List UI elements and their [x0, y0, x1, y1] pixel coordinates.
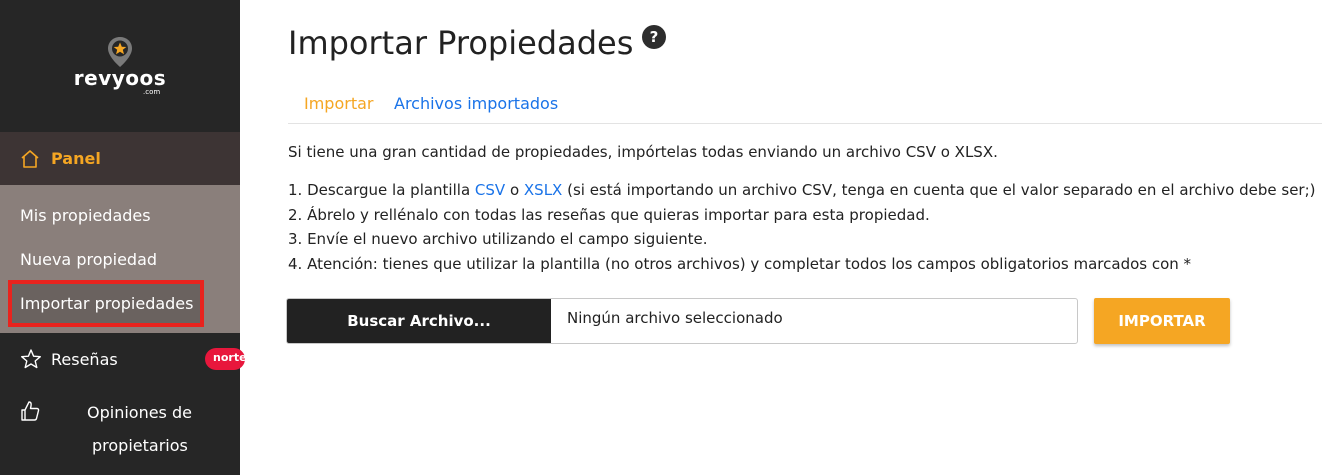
file-status-text: Ningún archivo seleccionado — [567, 309, 783, 327]
help-icon[interactable]: ? — [642, 25, 666, 49]
instructions-list: 1. Descargue la plantilla CSV o XSLX (si… — [288, 181, 1316, 279]
logo[interactable]: revyoos .com — [0, 0, 240, 132]
sidebar-item-importar-propiedades[interactable]: Importar propiedades — [8, 280, 204, 327]
xlsx-template-link[interactable]: XSLX — [524, 181, 562, 199]
step-1: 1. Descargue la plantilla CSV o XSLX (si… — [288, 181, 1316, 206]
step-1-prefix: 1. Descargue la plantilla — [288, 181, 475, 199]
browse-file-button[interactable]: Buscar Archivo... — [287, 299, 551, 343]
sidebar-item-opiniones-line2[interactable]: propietarios — [92, 436, 188, 455]
csv-template-link[interactable]: CSV — [475, 181, 505, 199]
page-title: Importar Propiedades — [288, 24, 634, 62]
logo-text: revyoos — [73, 66, 167, 90]
sidebar: revyoos .com Panel Mis propiedades Nueva… — [0, 0, 247, 475]
star-icon — [21, 349, 41, 369]
step-1-mid: o — [505, 181, 524, 199]
notification-badge: norte — [205, 348, 247, 370]
step-2: 2. Ábrelo y rellénalo con todas las rese… — [288, 205, 930, 224]
sidebar-item-nueva-propiedad[interactable]: Nueva propiedad — [20, 250, 157, 269]
tab-bar: Importar Archivos importados — [288, 90, 1322, 124]
file-input[interactable]: Buscar Archivo... Ningún archivo selecci… — [286, 298, 1078, 344]
step-4: 4. Atención: tienes que utilizar la plan… — [288, 254, 1192, 273]
sidebar-item-mis-propiedades[interactable]: Mis propiedades — [20, 206, 151, 225]
sidebar-item-opiniones-line1[interactable]: Opiniones de — [87, 403, 192, 422]
import-button[interactable]: IMPORTAR — [1094, 298, 1230, 344]
tab-importar[interactable]: Importar — [304, 94, 373, 113]
sidebar-item-panel[interactable]: Panel — [0, 132, 240, 185]
intro-text: Si tiene una gran cantidad de propiedade… — [288, 143, 998, 161]
sidebar-item-panel-label: Panel — [51, 149, 101, 168]
logo-pin-icon — [108, 37, 132, 67]
main-content: Importar Propiedades ? Importar Archivos… — [240, 0, 1322, 475]
thumbs-up-icon — [21, 401, 40, 421]
step-1-suffix: (si está importando un archivo CSV, teng… — [562, 181, 1316, 199]
step-3: 3. Envíe el nuevo archivo utilizando el … — [288, 230, 708, 248]
sidebar-item-resenas[interactable]: Reseñas — [51, 350, 118, 369]
home-icon — [21, 150, 39, 168]
sidebar-item-importar-propiedades-label: Importar propiedades — [20, 294, 194, 313]
tab-archivos-importados[interactable]: Archivos importados — [394, 94, 558, 113]
logo-subtext: .com — [143, 88, 161, 96]
